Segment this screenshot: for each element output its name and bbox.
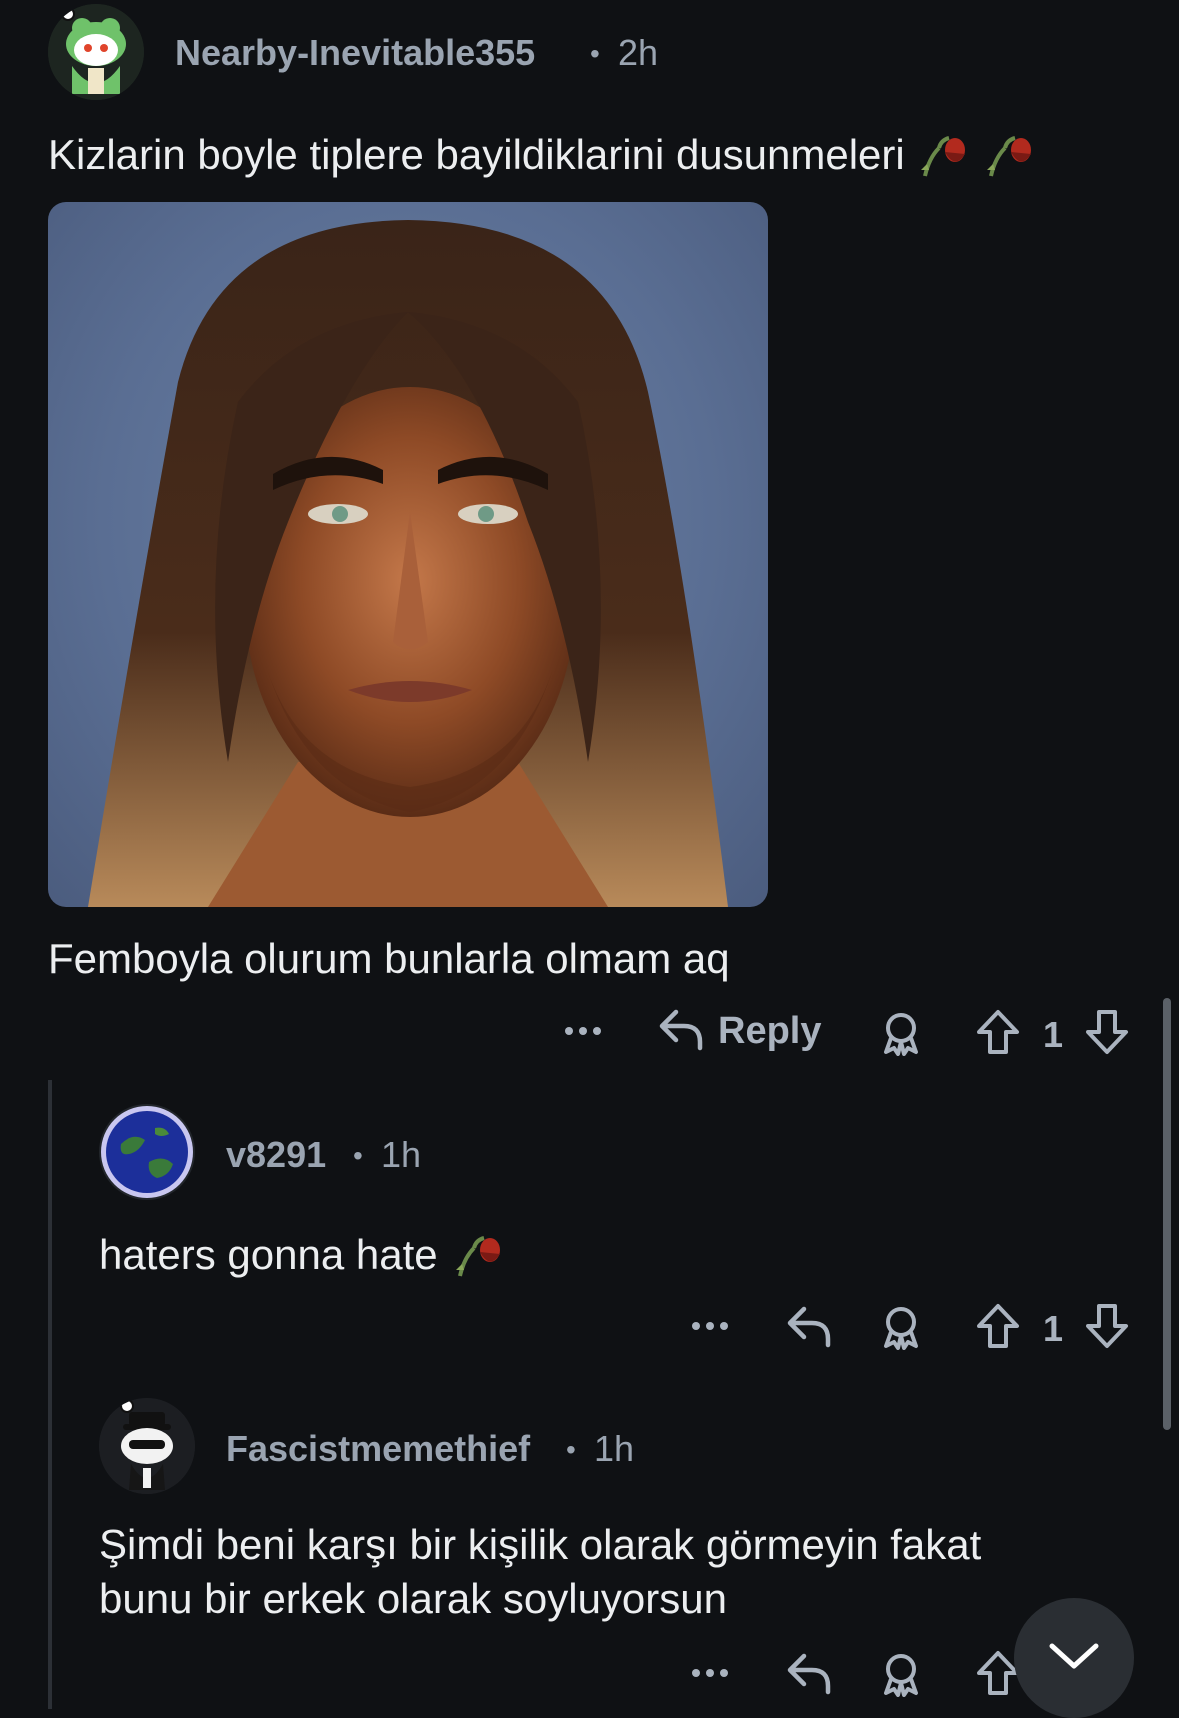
avatar[interactable] [99, 1104, 195, 1200]
separator-dot: • [590, 38, 600, 69]
snoo-frog-avatar-icon [48, 4, 144, 100]
award-icon[interactable] [878, 1304, 924, 1350]
comment-image[interactable] [48, 202, 768, 907]
downvote-icon[interactable] [1084, 1008, 1130, 1056]
globe-avatar-icon [101, 1106, 193, 1198]
timestamp: 1h [381, 1134, 422, 1175]
comment-text: Kizlarin boyle tiplere bayildiklarini du… [48, 124, 1037, 185]
avatar[interactable] [48, 4, 144, 100]
snoo-gangster-avatar-icon [99, 1398, 195, 1494]
reply-button[interactable]: Reply [656, 1006, 821, 1057]
timestamp: 1h [594, 1428, 635, 1469]
award-icon[interactable] [878, 1010, 924, 1056]
username[interactable]: v8291 [226, 1134, 326, 1176]
more-dots-icon[interactable] [688, 1311, 732, 1341]
reply-arrow-icon[interactable] [784, 1650, 832, 1696]
award-icon[interactable] [878, 1651, 924, 1697]
comment-body-line: Şimdi beni karşı bir kişilik olarak görm… [99, 1521, 982, 1568]
comment-text: Şimdi beni karşı bir kişilik olarak görm… [99, 1518, 981, 1626]
more-dots-icon[interactable] [561, 1016, 605, 1046]
downvote-icon[interactable] [1084, 1302, 1130, 1350]
comment-body-line: haters gonna hate [99, 1230, 438, 1278]
thread-line[interactable] [48, 1080, 52, 1709]
upvote-icon[interactable] [975, 1008, 1021, 1056]
wilted-rose-icon [915, 124, 971, 185]
separator-dot: • [566, 1434, 576, 1465]
comment-body-line: Femboyla olurum bunlarla olmam aq [48, 935, 730, 982]
vote-count: 1 [1043, 1014, 1064, 1055]
vote-count: 1 [1043, 1308, 1064, 1349]
username[interactable]: Nearby-Inevitable355 [175, 32, 535, 74]
wilted-rose-icon [450, 1224, 506, 1285]
reply-label: Reply [718, 1010, 822, 1052]
comment-body-line: Kizlarin boyle tiplere bayildiklarini du… [48, 130, 905, 178]
reply-arrow-icon[interactable] [784, 1303, 832, 1349]
username[interactable]: Fascistmemethief [226, 1428, 530, 1470]
avatar[interactable] [99, 1398, 195, 1494]
comment-body-line: bunu bir erkek olarak soyluyorsun [99, 1575, 727, 1622]
chevron-down-icon [1048, 1640, 1100, 1677]
reply-arrow-icon [656, 1006, 704, 1057]
separator-dot: • [353, 1140, 363, 1171]
more-dots-icon[interactable] [688, 1658, 732, 1688]
scrollbar[interactable] [1163, 998, 1171, 1430]
upvote-icon[interactable] [975, 1302, 1021, 1350]
scroll-down-button[interactable] [1014, 1598, 1134, 1718]
portrait-image [88, 220, 728, 907]
timestamp: 2h [618, 32, 659, 73]
comment-text: haters gonna hate [99, 1224, 506, 1285]
wilted-rose-icon [981, 124, 1037, 185]
